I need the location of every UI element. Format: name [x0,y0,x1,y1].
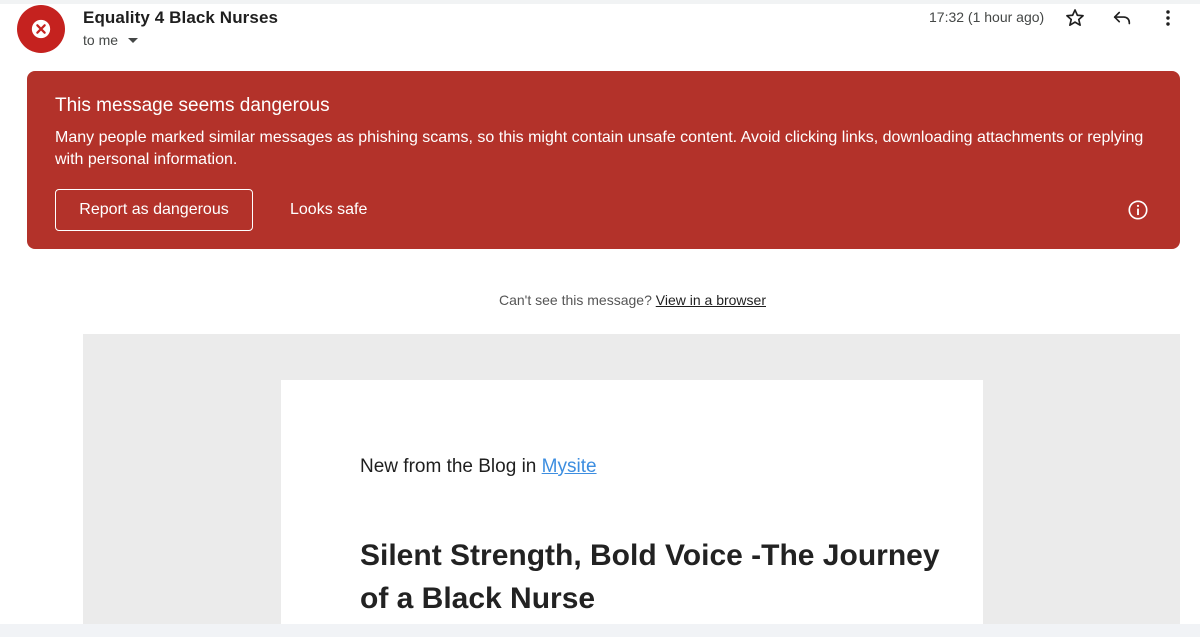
recipient-dropdown[interactable]: to me [83,32,139,48]
banner-title: This message seems dangerous [55,95,330,116]
looks-safe-button[interactable]: Looks safe [290,189,367,231]
info-icon[interactable] [1127,199,1149,221]
cant-see-text: Can't see this message? [498,292,652,308]
danger-warning-banner: This message seems dangerous Many people… [27,71,1180,249]
more-vert-icon [1166,10,1170,26]
bottom-strip [0,624,1200,637]
sender-name[interactable]: Equality 4 Black Nurses [83,8,278,28]
blog-prefix: New from the Blog in [360,456,537,477]
recipient-label: to me [83,32,119,48]
banner-body: Many people marked similar messages as p… [55,129,1144,168]
reply-icon [1113,11,1131,25]
caret-down-icon [128,37,139,43]
timestamp: 17:32 (1 hour ago) [929,9,1045,25]
blocked-x-icon [31,19,51,39]
star-button[interactable] [1063,6,1087,30]
more-options-button[interactable] [1156,6,1180,30]
reply-button[interactable] [1110,6,1134,30]
view-in-browser-link[interactable]: View in a browser [656,292,766,308]
mysite-link[interactable]: Mysite [542,456,597,477]
post-title[interactable]: Silent Strength, Bold Voice -The Journey… [360,534,940,620]
cant-see-message: Can't see this message? View in a browse… [0,292,1200,308]
top-border [0,0,1200,4]
sender-avatar[interactable] [17,5,65,53]
star-icon [1066,9,1084,26]
report-dangerous-button[interactable]: Report as dangerous [55,189,253,231]
blog-intro: New from the Blog in Mysite [360,456,597,478]
